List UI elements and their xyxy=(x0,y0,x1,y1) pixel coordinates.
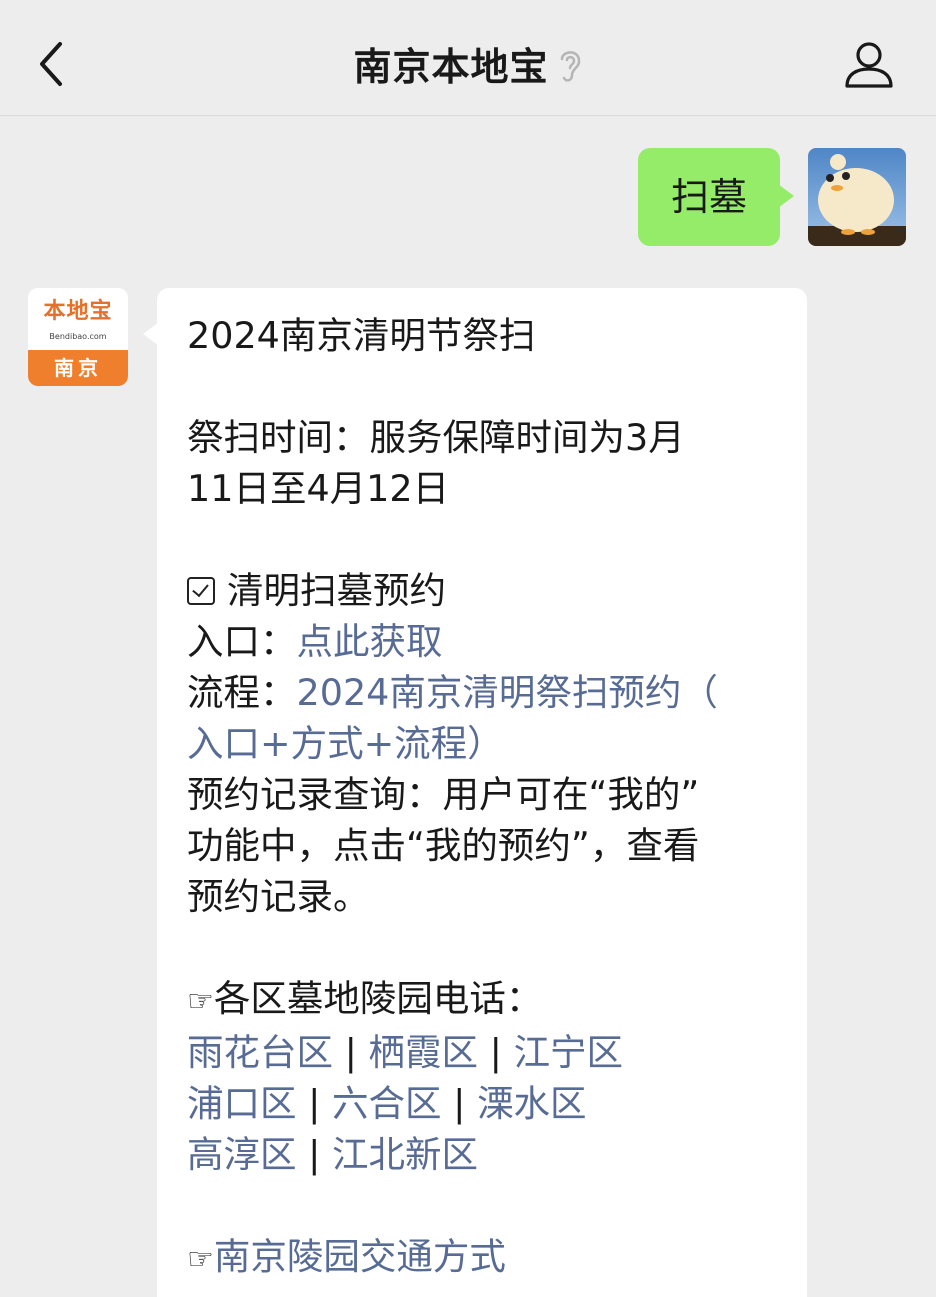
bot-logo-text: 本地宝 xyxy=(43,299,113,324)
process-line: 流程：2024南京清明祭扫预约（ xyxy=(187,667,779,718)
bot-avatar[interactable]: 本地宝 Bendibao.com 南京 xyxy=(28,288,128,386)
record-line-1: 预约记录查询：用户可在“我的” xyxy=(187,773,700,816)
bot-avatar-logo: 本地宝 Bendibao.com xyxy=(28,288,128,350)
district-link-lishui[interactable]: 溧水区 xyxy=(477,1082,587,1125)
district-link-gaochun[interactable]: 高淳区 xyxy=(187,1133,297,1176)
traffic-link[interactable]: 南京陵园交通方式 xyxy=(214,1235,506,1278)
district-separator: | xyxy=(308,1133,321,1176)
profile-icon xyxy=(845,42,893,88)
district-link-luhe[interactable]: 六合区 xyxy=(332,1082,442,1125)
user-avatar[interactable] xyxy=(808,148,906,246)
process-label: 流程： xyxy=(187,671,297,714)
phones-heading-text: 各区墓地陵园电话： xyxy=(213,977,543,1020)
bot-logo-domain: Bendibao.com xyxy=(49,332,107,341)
record-line-3: 预约记录。 xyxy=(187,875,370,918)
profile-button[interactable] xyxy=(842,38,896,92)
entry-line: 入口：点此获取 xyxy=(187,616,779,667)
pointing-hand-icon: ☞ xyxy=(187,1242,214,1277)
entry-label: 入口： xyxy=(187,620,297,663)
district-row-2: 浦口区 | 六合区 | 溧水区 xyxy=(187,1078,779,1129)
bot-avatar-city: 南京 xyxy=(28,350,128,386)
district-link-pukou[interactable]: 浦口区 xyxy=(187,1082,297,1125)
nav-bar: 南京本地宝 xyxy=(0,0,936,116)
user-message-bubble[interactable]: 扫墓 xyxy=(638,148,794,246)
bot-message-bubble: 2024南京清明节祭扫 祭扫时间：服务保障时间为3月 11日至4月12日 清明扫… xyxy=(143,288,807,1297)
phones-heading: ☞各区墓地陵园电话： xyxy=(187,973,779,1027)
pointing-hand-icon: ☞ xyxy=(187,984,214,1019)
district-link-yuhuatai[interactable]: 雨花台区 xyxy=(187,1031,333,1074)
process-link-continued[interactable]: 入口+方式+流程） xyxy=(187,718,779,769)
district-separator: | xyxy=(344,1031,357,1074)
district-separator: | xyxy=(453,1082,466,1125)
traffic-line: ☞南京陵园交通方式 xyxy=(187,1231,779,1285)
district-separator: | xyxy=(308,1082,321,1125)
chat-title: 南京本地宝 xyxy=(0,36,936,94)
booking-heading-text: 清明扫墓预约 xyxy=(227,569,446,612)
checkbox-icon xyxy=(187,577,215,605)
ear-icon xyxy=(557,45,583,94)
record-line-2: 功能中，点击“我的预约”，查看 xyxy=(187,824,700,867)
reply-time-line-2: 11日至4月12日 xyxy=(187,467,450,510)
process-link[interactable]: 2024南京清明祭扫预约（ xyxy=(297,671,718,714)
reply-title: 2024南京清明节祭扫 xyxy=(187,314,536,357)
user-message-row: 扫墓 xyxy=(606,148,906,246)
district-row-1: 雨花台区 | 栖霞区 | 江宁区 xyxy=(187,1027,779,1078)
district-row-3: 高淳区 | 江北新区 xyxy=(187,1129,779,1180)
district-link-jiangning[interactable]: 江宁区 xyxy=(514,1031,624,1074)
booking-heading: 清明扫墓预约 xyxy=(187,565,779,616)
district-link-jiangbei[interactable]: 江北新区 xyxy=(332,1133,478,1176)
district-separator: | xyxy=(489,1031,502,1074)
reply-time-line-1: 祭扫时间：服务保障时间为3月 xyxy=(187,416,685,459)
chat-title-text: 南京本地宝 xyxy=(353,45,549,89)
district-link-qixia[interactable]: 栖霞区 xyxy=(369,1031,479,1074)
entry-link[interactable]: 点此获取 xyxy=(297,620,443,663)
